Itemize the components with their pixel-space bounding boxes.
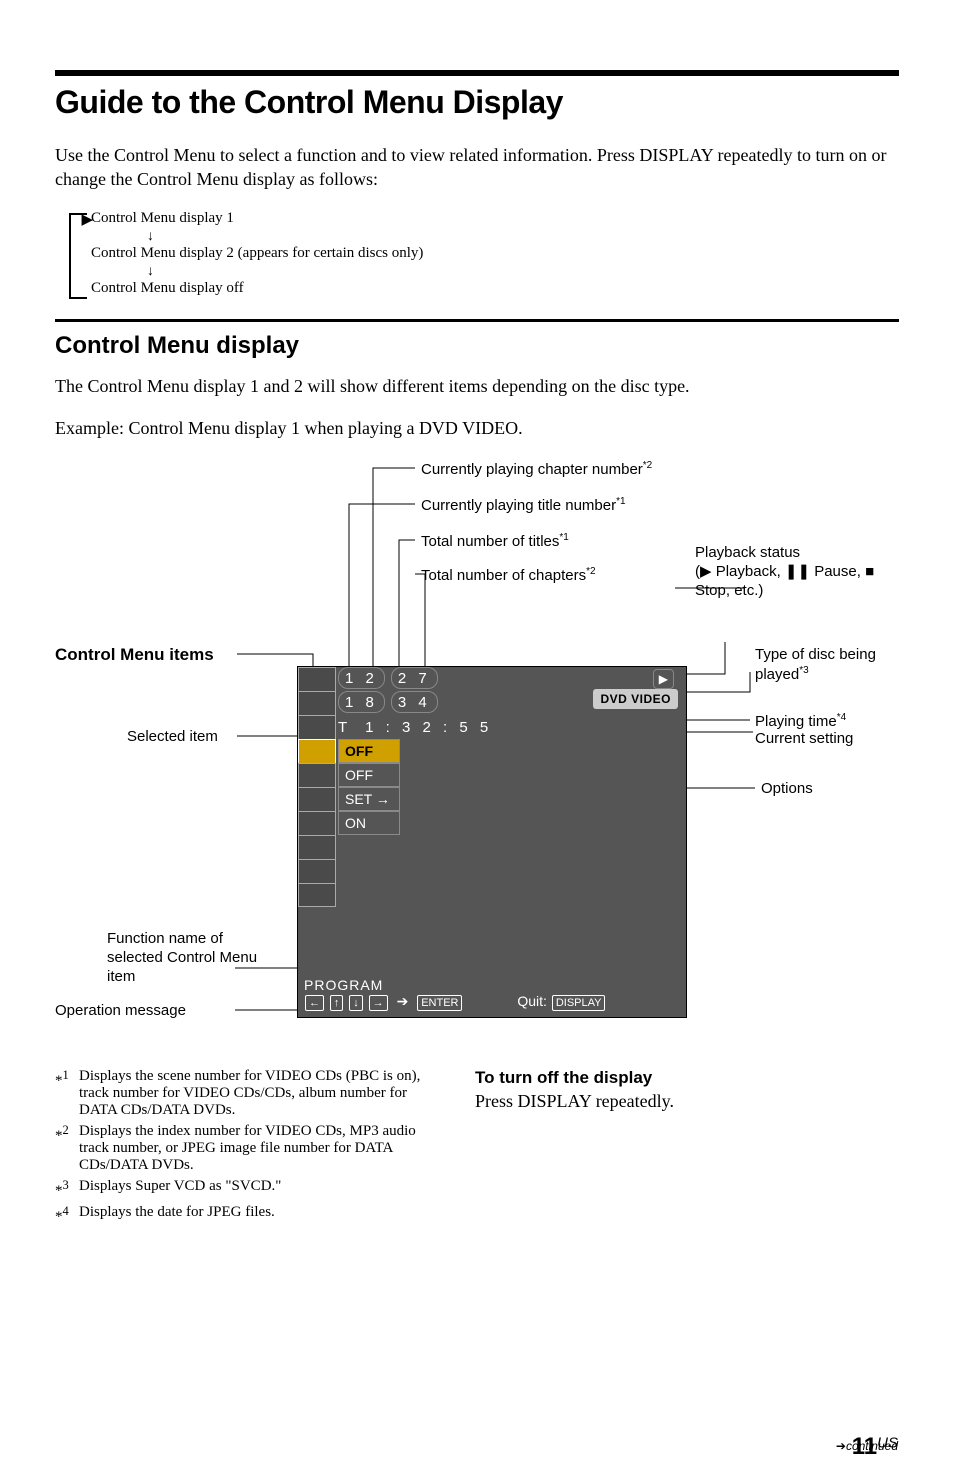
footnote-marker: *3 xyxy=(55,1178,79,1200)
quit-label: Quit: xyxy=(517,993,547,1009)
label-selected-item: Selected item xyxy=(127,728,218,747)
down-arrow-icon: ↓ xyxy=(147,229,899,245)
section-rule xyxy=(55,319,899,322)
footnotes: *1 Displays the scene number for VIDEO C… xyxy=(55,1068,435,1230)
menu-icon-column xyxy=(298,667,336,907)
menu-icon-cell xyxy=(298,859,336,883)
intro-paragraph: Use the Control Menu to select a functio… xyxy=(55,143,899,192)
footnote-text: Displays the index number for VIDEO CDs,… xyxy=(79,1123,435,1174)
menu-bottom-bar: PROGRAM ← ↑ ↓ → ➔ ENTER Quit: DISPLAY xyxy=(298,973,686,1017)
label-currently-playing-title: Currently playing title number*1 xyxy=(421,496,626,516)
footnote-ref: *2 xyxy=(643,460,652,471)
control-menu-diagram: Currently playing chapter number*2 Curre… xyxy=(55,458,895,1048)
section-heading: Control Menu display xyxy=(55,332,899,360)
footnote-marker: *4 xyxy=(55,1204,79,1226)
menu-time-row: T 1 : 3 2 : 5 5 xyxy=(338,715,682,739)
turn-off-body: Press DISPLAY repeatedly. xyxy=(475,1091,674,1112)
label-text: Currently playing chapter number xyxy=(421,461,643,478)
footnote-marker: *2 xyxy=(55,1123,79,1174)
label-current-setting: Current setting xyxy=(755,730,853,749)
menu-icon-cell-selected xyxy=(298,739,336,763)
label-text: (▶ Playback, ❚❚ Pause, ■ Stop, etc.) xyxy=(695,563,874,599)
cycle-step-2: Control Menu display 2 (appears for cert… xyxy=(91,245,899,262)
total-chapter-number: 3 4 xyxy=(391,691,438,713)
footnote-text: Displays the date for JPEG files. xyxy=(79,1204,275,1226)
menu-icon-cell xyxy=(298,763,336,787)
label-text: Playback status xyxy=(695,544,800,561)
label-text: Type of disc being played xyxy=(755,646,876,683)
right-arrow-icon: → xyxy=(369,995,388,1011)
label-options: Options xyxy=(761,780,813,799)
label-text: Playing time xyxy=(755,713,837,730)
label-total-chapters: Total number of chapters*2 xyxy=(421,566,596,586)
footnote-ref: *3 xyxy=(799,665,808,676)
label-function-name: Function name of selected Control Menu i… xyxy=(107,930,277,986)
footnote-3: *3 Displays Super VCD as "SVCD." xyxy=(55,1178,435,1200)
label-type-of-disc: Type of disc being played*3 xyxy=(755,646,895,685)
footnote-4: *4 Displays the date for JPEG files. xyxy=(55,1204,435,1226)
total-title-number: 2 7 xyxy=(391,667,438,689)
loop-bracket-icon: ▶ xyxy=(69,213,87,299)
section-body-2: Example: Control Menu display 1 when pla… xyxy=(55,416,899,440)
menu-icon-cell xyxy=(298,667,336,691)
menu-icon-cell xyxy=(298,811,336,835)
page-number: 11US xyxy=(852,1433,898,1461)
menu-icon-cell xyxy=(298,715,336,739)
current-title-number: 1 2 xyxy=(338,667,385,689)
turn-off-heading: To turn off the display xyxy=(475,1068,674,1088)
menu-operation-row: ← ↑ ↓ → ➔ ENTER Quit: DISPLAY xyxy=(304,993,680,1011)
footnote-ref: *4 xyxy=(837,712,846,723)
current-chapter-number: 1 8 xyxy=(338,691,385,713)
footnote-1: *1 Displays the scene number for VIDEO C… xyxy=(55,1068,435,1119)
footnote-marker: *1 xyxy=(55,1068,79,1119)
menu-option: OFF xyxy=(338,763,400,787)
down-arrow-icon: ↓ xyxy=(147,264,899,280)
left-arrow-icon: ← xyxy=(305,995,324,1011)
footnote-ref: *1 xyxy=(616,496,625,507)
control-menu-panel: ▶ DVD VIDEO 1 2 2 7 1 8 3 4 T 1 : 3 2 : … xyxy=(297,666,687,1018)
label-text: Currently playing title number xyxy=(421,497,616,514)
section-divider-bar xyxy=(55,70,899,76)
menu-row-chapter: 1 8 3 4 xyxy=(338,691,682,713)
label-text: Total number of titles xyxy=(421,533,559,550)
display-key-label: DISPLAY xyxy=(552,995,606,1011)
footnote-text: Displays the scene number for VIDEO CDs … xyxy=(79,1068,435,1119)
menu-option: SET → xyxy=(338,787,400,811)
down-arrow-icon: ↓ xyxy=(349,995,363,1011)
display-cycle-block: ▶ Control Menu display 1 ↓ Control Menu … xyxy=(91,210,899,297)
section-body-1: The Control Menu display 1 and 2 will sh… xyxy=(55,374,899,398)
cycle-step-1: Control Menu display 1 xyxy=(91,210,899,227)
menu-function-name: PROGRAM xyxy=(304,977,680,993)
menu-row-title: 1 2 2 7 xyxy=(338,667,682,689)
menu-icon-cell xyxy=(298,787,336,811)
footnote-ref: *1 xyxy=(559,532,568,543)
label-total-titles: Total number of titles*1 xyxy=(421,532,569,552)
footnote-2: *2 Displays the index number for VIDEO C… xyxy=(55,1123,435,1174)
page-title: Guide to the Control Menu Display xyxy=(55,84,899,121)
arrow-icon: ➔ xyxy=(397,993,409,1009)
footnote-ref: *2 xyxy=(586,566,595,577)
menu-icon-cell xyxy=(298,883,336,907)
cycle-step-3: Control Menu display off xyxy=(91,280,899,297)
footnote-text: Displays Super VCD as "SVCD." xyxy=(79,1178,281,1200)
menu-option-selected: OFF xyxy=(338,739,400,763)
label-operation-message: Operation message xyxy=(55,1002,186,1021)
label-playing-time: Playing time*4 xyxy=(755,712,846,732)
time-prefix: T xyxy=(338,719,351,736)
label-currently-playing-chapter: Currently playing chapter number*2 xyxy=(421,460,652,480)
turn-off-section: To turn off the display Press DISPLAY re… xyxy=(475,1068,674,1230)
label-control-menu-items: Control Menu items xyxy=(55,644,214,665)
enter-key-label: ENTER xyxy=(417,995,462,1011)
menu-icon-cell xyxy=(298,835,336,859)
label-text: Total number of chapters xyxy=(421,567,586,584)
up-arrow-icon: ↑ xyxy=(330,995,344,1011)
menu-icon-cell xyxy=(298,691,336,715)
menu-option: ON xyxy=(338,811,400,835)
label-playback-status: Playback status (▶ Playback, ❚❚ Pause, ■… xyxy=(695,544,875,600)
time-value: 1 : 3 2 : 5 5 xyxy=(365,719,492,736)
